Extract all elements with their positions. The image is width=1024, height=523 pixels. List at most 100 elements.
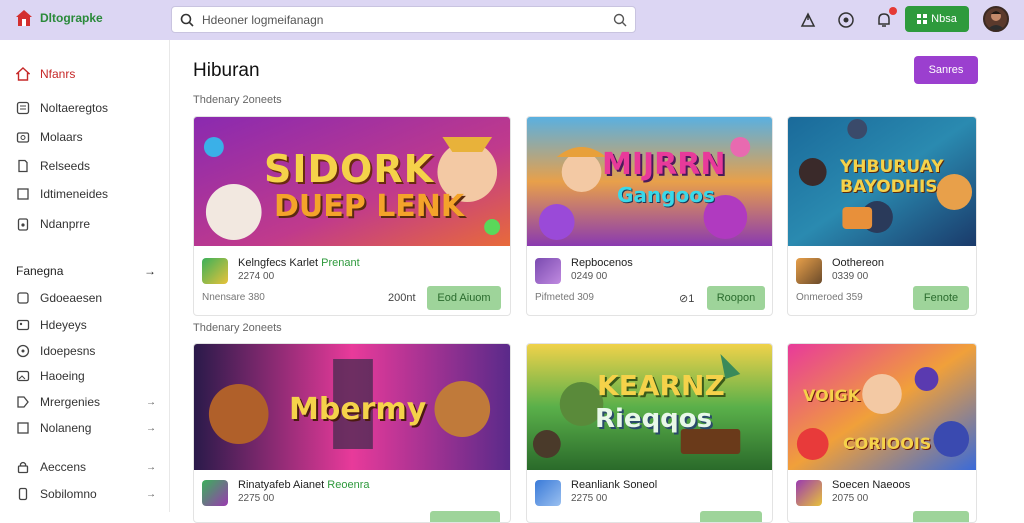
tag-icon <box>16 395 30 409</box>
banner-subtitle: Rieqqos <box>595 404 713 434</box>
game-meta: Onmeroed 359 <box>796 292 863 303</box>
document-icon <box>16 159 30 173</box>
avatar[interactable] <box>983 6 1009 32</box>
game-title: Oothereon <box>832 257 884 269</box>
game-price: 0249 00 <box>571 271 608 282</box>
main-cta-button[interactable]: Sanres <box>914 56 978 84</box>
sidebar-item-label: Haoeing <box>40 369 85 383</box>
game-count: 200nt <box>388 292 416 304</box>
game-price: 0339 00 <box>832 271 869 282</box>
game-card[interactable]: YHBURUAY BAYODHIS Oothereon 0339 00 Onme… <box>787 116 977 316</box>
search-input[interactable]: Hdeoner logmeifanagn <box>202 13 613 27</box>
folder-icon <box>16 130 30 144</box>
search-bar[interactable]: Hdeoner logmeifanagn <box>171 6 636 33</box>
game-action-button[interactable] <box>913 511 969 522</box>
game-card[interactable]: VOIGK CORIOOIS Soecen Naeoos 2075 00 <box>787 343 977 523</box>
sidebar-item-genre-6[interactable]: Nolaneng → <box>16 419 156 437</box>
banner-subtitle: BAYODHIS <box>840 177 938 197</box>
arrow-right-icon: → <box>146 396 156 408</box>
game-price: 2275 00 <box>238 493 275 504</box>
help-icon[interactable] <box>835 9 857 31</box>
sidebar-item-label: Ndanprre <box>40 217 91 231</box>
house-logo-icon <box>16 10 32 26</box>
banner-title: MIJRRN <box>602 147 726 182</box>
sidebar-item-label: Molaars <box>40 130 83 144</box>
sidebar-item-access[interactable]: Aeccens → <box>16 458 156 476</box>
game-thumbnail <box>202 258 228 284</box>
sidebar-item-home[interactable]: Nfanrs <box>16 65 156 83</box>
game-price: 2274 00 <box>238 271 275 282</box>
sidebar-item-label: Mrergenies <box>40 395 101 409</box>
banner-title: YHBURUAY <box>840 157 944 177</box>
arrow-right-icon: → <box>146 461 156 473</box>
game-thumbnail <box>796 480 822 506</box>
box-icon <box>16 421 30 435</box>
app-logo[interactable]: Dltograpke <box>14 8 103 28</box>
game-action-button[interactable] <box>700 511 762 522</box>
sidebar-item-genre-2[interactable]: Hdeyeys <box>16 316 156 334</box>
notification-badge <box>889 7 897 15</box>
search-submit-icon[interactable] <box>613 13 627 27</box>
game-card[interactable]: SIDORK DUEP LENK Kelngfecs Karlet Prenan… <box>193 116 511 316</box>
sidebar-item-genre-1[interactable]: Gdoeaesen <box>16 289 156 307</box>
phone-icon <box>16 487 30 501</box>
banner-subtitle: DUEP LENK <box>274 189 465 224</box>
arrow-right-icon: → <box>144 264 156 278</box>
notifications-icon[interactable] <box>873 7 897 31</box>
square-icon <box>16 187 30 201</box>
sidebar-item-genre-3[interactable]: Idoepesns <box>16 342 156 360</box>
grid-icon <box>917 14 928 24</box>
game-card[interactable]: MIJRRN Gangoos Repbocenos 0249 00 Pifmet… <box>526 116 773 316</box>
sidebar-section-header[interactable]: Fanegna → <box>16 264 156 278</box>
banner-subtitle: Gangoos <box>617 183 715 207</box>
game-thumbnail <box>535 480 561 506</box>
logo-text: Dltograpke <box>40 11 103 25</box>
game-action-button[interactable] <box>430 511 500 522</box>
sidebar-section-title: Fanegna <box>16 264 64 278</box>
sidebar-item-label: Nfanrs <box>40 67 76 81</box>
banner-title: VOIGK <box>803 386 861 405</box>
game-thumbnail <box>535 258 561 284</box>
banner-title: Mbermy <box>289 392 427 427</box>
lock-icon <box>16 460 30 474</box>
header-cta-button[interactable]: Nbsa <box>905 6 969 32</box>
photo-icon <box>16 369 30 383</box>
clipboard-icon <box>16 217 30 231</box>
game-title: Reanliank Soneol <box>571 479 658 491</box>
create-icon[interactable] <box>797 9 819 31</box>
game-meta: Pifmeted 309 <box>535 292 594 303</box>
game-card[interactable]: Mbermy Rinatyafeb Aianet Reoenra 2275 00 <box>193 343 511 523</box>
list-icon <box>16 101 30 115</box>
sidebar-item-label: Noltaeregtos <box>40 101 109 115</box>
game-action-button[interactable]: Fenote <box>913 286 969 310</box>
sidebar-item-label: Idtimeneides <box>40 187 109 201</box>
sidebar-item-identities[interactable]: Idtimeneides <box>16 185 156 203</box>
header-cta-label: Nbsa <box>931 13 957 25</box>
sidebar-item-library[interactable]: Molaars <box>16 128 156 146</box>
banner-title: KEARNZ <box>597 369 725 402</box>
banner-subtitle: CORIOOIS <box>843 434 932 453</box>
arrow-right-icon: → <box>146 488 156 500</box>
sidebar-item-genre-4[interactable]: Haoeing <box>16 367 156 385</box>
sidebar-item-label: Idoepesns <box>40 344 96 358</box>
sidebar-item-label: Hdeyeys <box>40 318 87 332</box>
game-title: Soecen Naeoos <box>832 479 911 491</box>
sidebar-item-label: Sobilomno <box>40 487 97 501</box>
banner-title: SIDORK <box>264 147 435 191</box>
sidebar-item-wanted[interactable]: Ndanprre <box>16 215 156 233</box>
sidebar-item-label: Relseeds <box>40 159 91 173</box>
game-action-button[interactable]: Eod Aiuom <box>427 286 501 310</box>
sidebar-item-genre-5[interactable]: Mrergenies → <box>16 393 156 411</box>
sidebar-item-categories[interactable]: Noltaeregtos <box>16 99 156 117</box>
grid-icon <box>16 291 30 305</box>
game-card[interactable]: KEARNZ Rieqqos Reanliank Soneol 2275 00 <box>526 343 773 523</box>
game-thumbnail <box>796 258 822 284</box>
game-meta: Nnensare 380 <box>202 292 265 303</box>
game-count: ⊘1 <box>679 293 695 305</box>
arrow-right-icon: → <box>146 422 156 434</box>
sidebar-item-releases[interactable]: Relseeds <box>16 157 156 175</box>
sidebar-item-mobile[interactable]: Sobilomno → <box>16 485 156 503</box>
sidebar-item-label: Aeccens <box>40 460 87 474</box>
game-action-button[interactable]: Roopon <box>707 286 765 310</box>
game-title: Rinatyafeb Aianet Reoenra <box>238 479 370 491</box>
